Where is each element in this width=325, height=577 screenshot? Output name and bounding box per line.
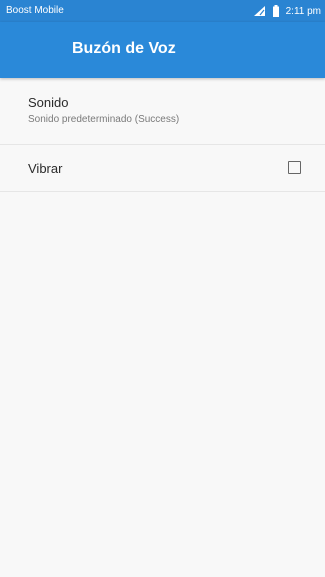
vibrate-title: Vibrar: [28, 161, 63, 176]
sound-preference[interactable]: Sonido Sonido predeterminado (Success): [0, 78, 325, 145]
status-icons: 2:11 pm: [253, 3, 321, 19]
vibrate-checkbox[interactable]: [288, 161, 301, 174]
status-bar: Boost Mobile 2:11 pm: [0, 0, 325, 22]
carrier-name: Boost Mobile: [6, 5, 64, 16]
vibrate-preference[interactable]: Vibrar: [0, 145, 325, 192]
preference-list: Sonido Sonido predeterminado (Success) V…: [0, 78, 325, 192]
page-title: Buzón de Voz: [72, 40, 176, 57]
signal-icon: [253, 6, 265, 16]
app-bar: Buzón de Voz: [0, 22, 325, 78]
sound-summary: Sonido predeterminado (Success): [28, 114, 180, 125]
clock: 2:11 pm: [285, 5, 321, 17]
battery-icon: [272, 5, 279, 17]
sound-title: Sonido: [28, 95, 69, 110]
